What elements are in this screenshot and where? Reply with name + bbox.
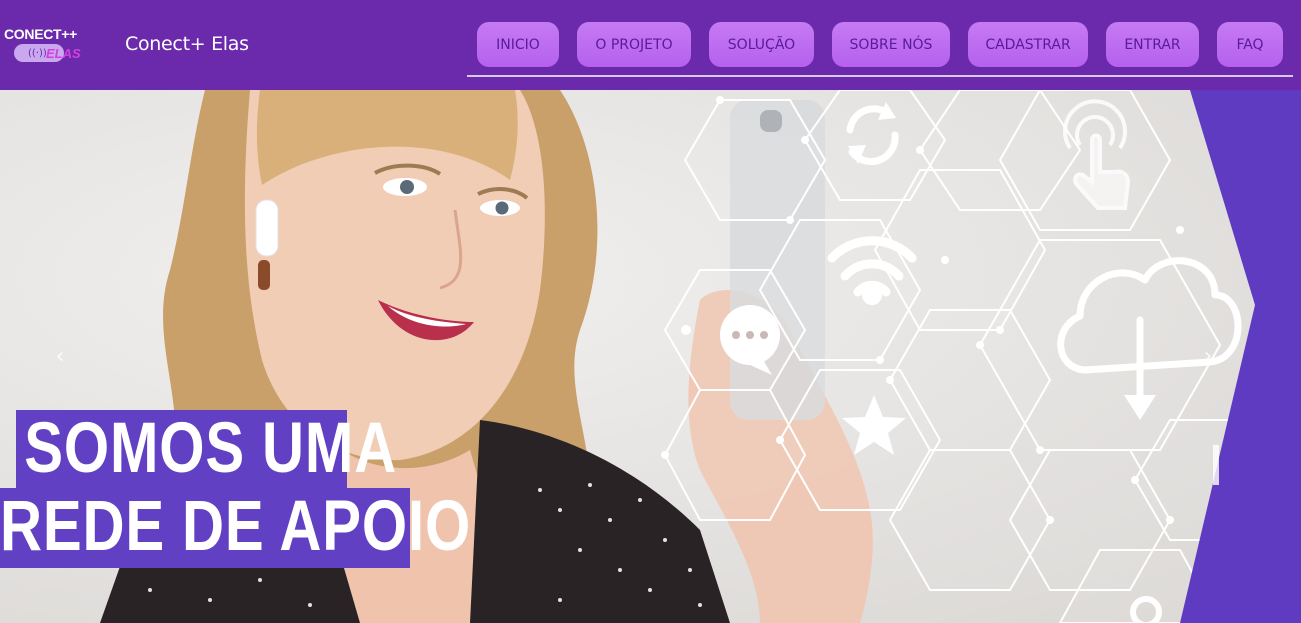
nav-divider (467, 75, 1293, 77)
nav-button-sobre-nos[interactable]: SOBRE NÓS (832, 22, 950, 67)
headline-line1: SOMOS UMA (24, 409, 398, 488)
nav-button-entrar[interactable]: ENTRAR (1106, 22, 1199, 67)
carousel-next-button[interactable]: › (1196, 345, 1220, 369)
nav-button-inicio[interactable]: INICIO (477, 22, 559, 67)
hero-carousel: ‹ › SOMOS UMA REDE DE APOIO (0, 90, 1301, 623)
nav-button-cadastrar[interactable]: CADASTRAR (968, 22, 1088, 67)
wifi-icon-dot (862, 285, 882, 305)
carousel-prev-button[interactable]: ‹ (48, 345, 72, 369)
chevron-right-icon: › (1203, 344, 1213, 369)
chevron-left-icon: ‹ (55, 344, 65, 369)
headline-line2: REDE DE APOIO (0, 487, 472, 566)
headline-box-line2: REDE DE APOIO (0, 487, 472, 568)
headline-box-line1: SOMOS UMA (16, 409, 398, 488)
nav-button-faq[interactable]: FAQ (1217, 22, 1283, 67)
nav-button-solucao[interactable]: SOLUÇÃO (709, 22, 814, 67)
nav-button-o-projeto[interactable]: O PROJETO (577, 22, 691, 67)
top-navbar: CONECT++ ((·)) ELAS Conect+ Elas INICIO … (0, 0, 1301, 90)
